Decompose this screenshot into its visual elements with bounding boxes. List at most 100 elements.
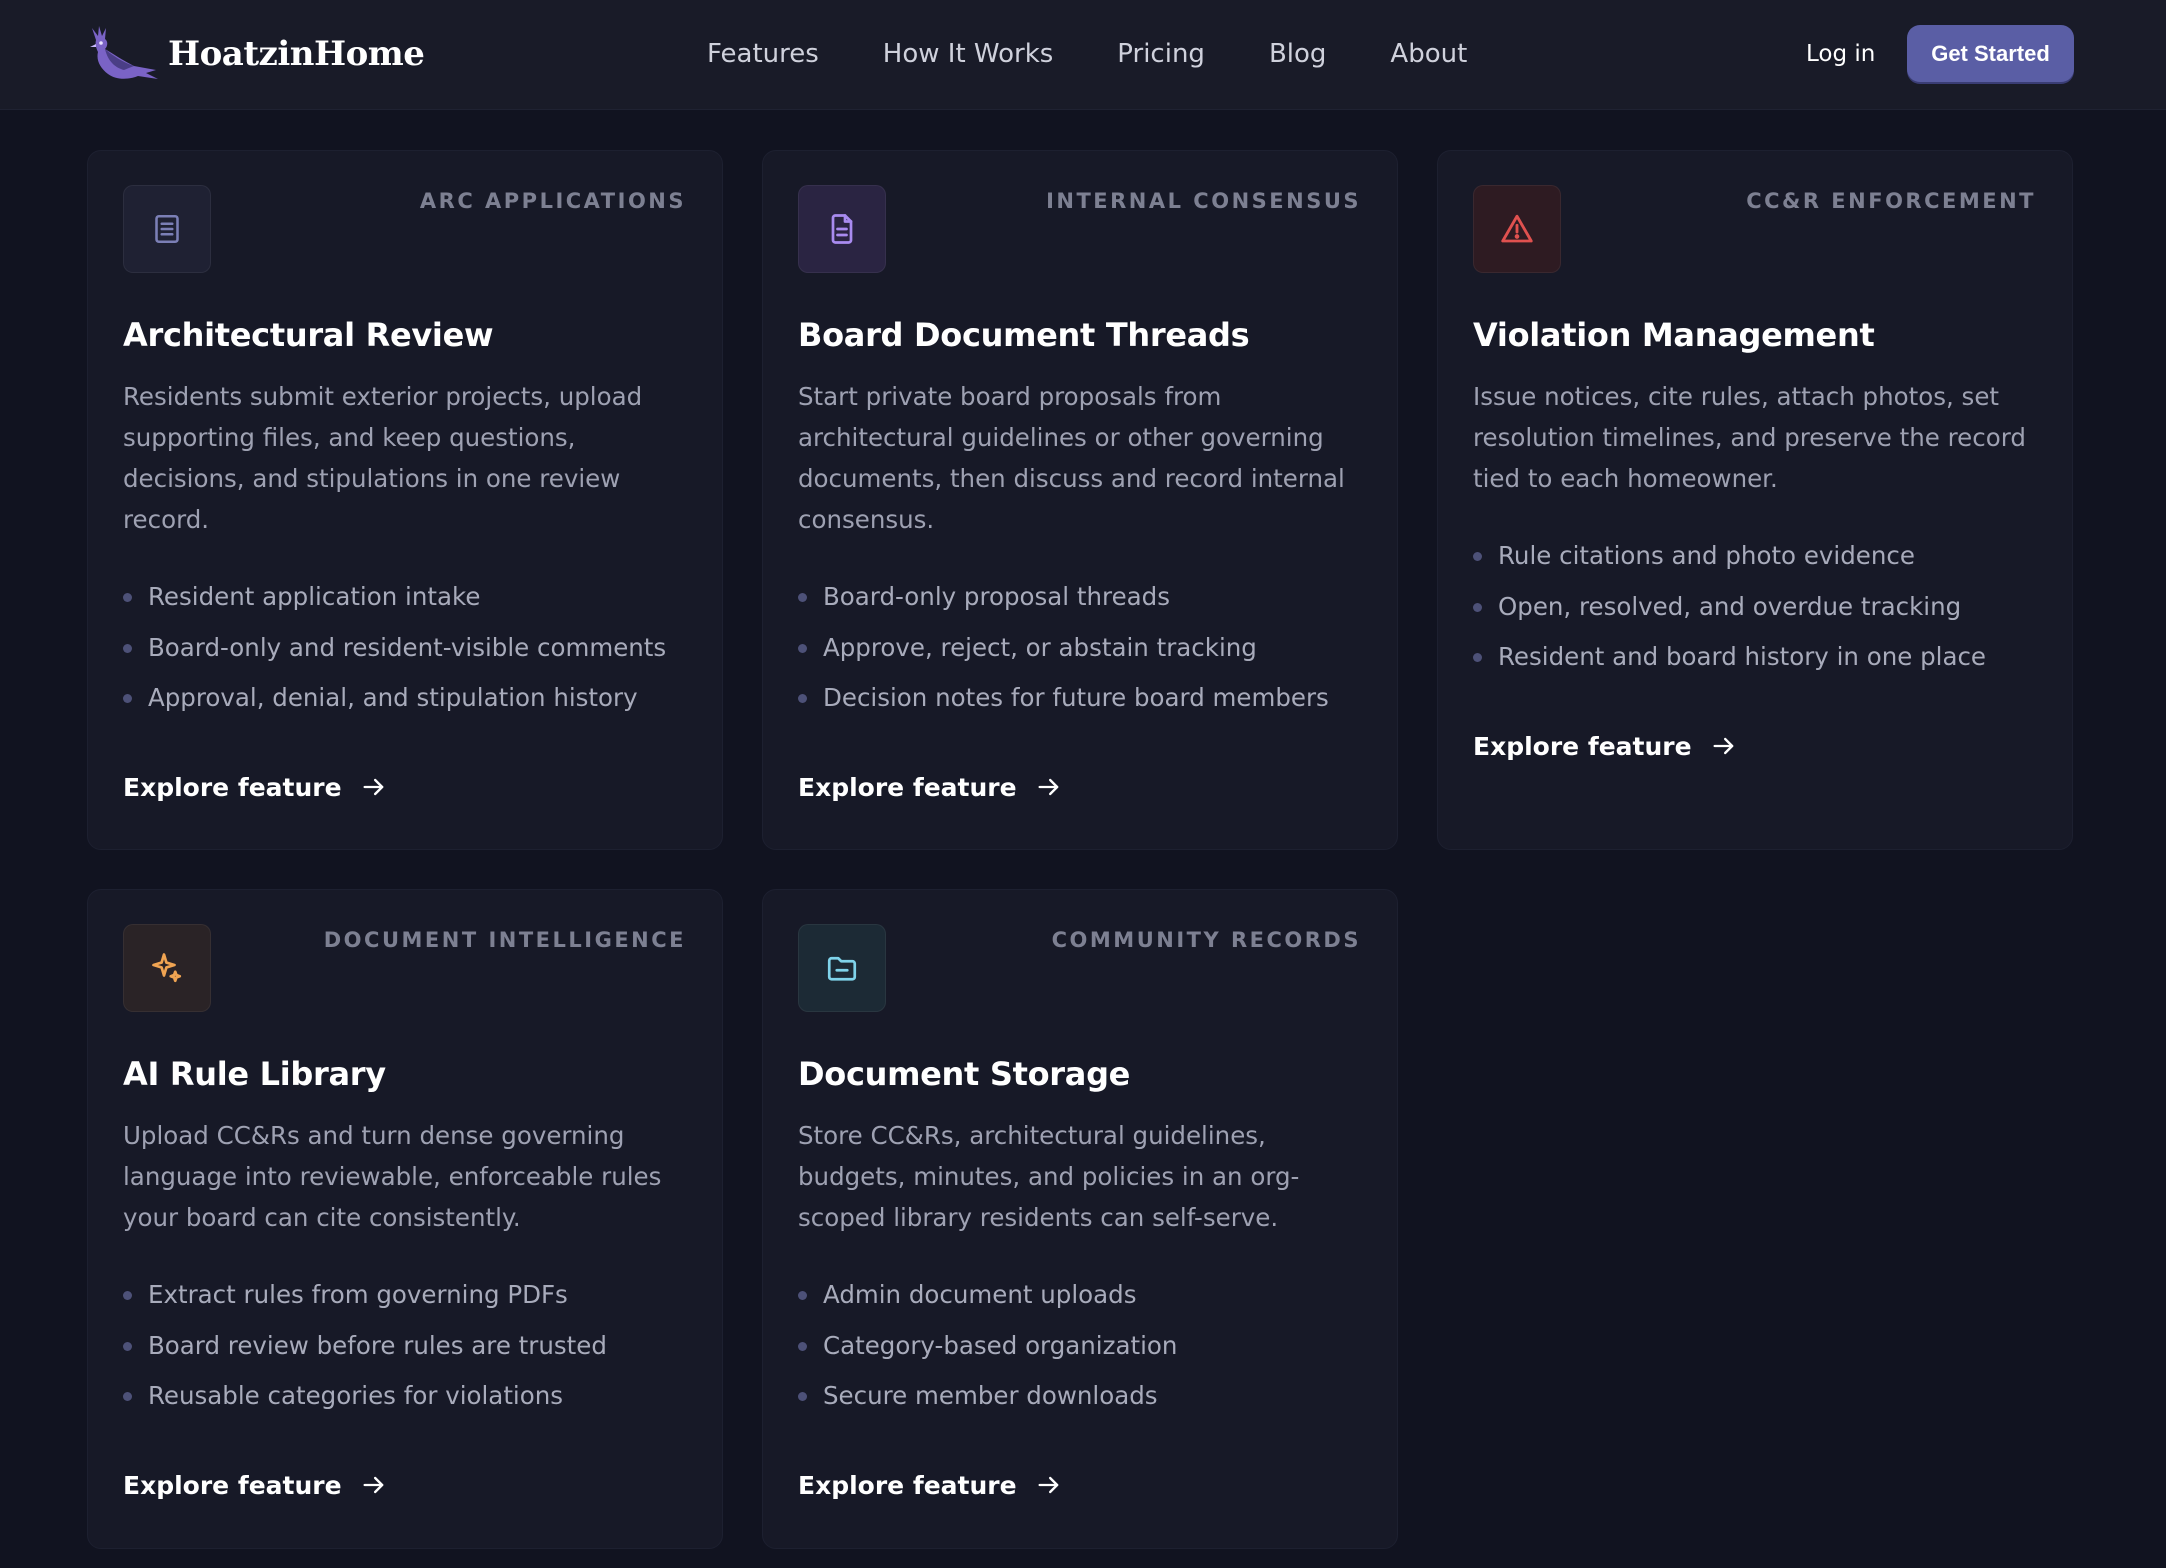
card-tag: ARC APPLICATIONS	[419, 189, 686, 213]
list-item-text: Board review before rules are trusted	[148, 1330, 607, 1360]
main-nav: Features How It Works Pricing Blog About	[707, 32, 1467, 76]
card-title: Architectural Review	[123, 316, 494, 354]
bullet-dot	[123, 643, 132, 653]
list-item-text: Board-only and resident-visible comments	[148, 632, 667, 662]
bullet-dot	[1473, 602, 1482, 612]
explore-feature-link[interactable]: Explore feature	[1473, 726, 1738, 766]
card-tag: COMMUNITY RECORDS	[1051, 928, 1361, 952]
bullet-dot	[798, 1291, 807, 1300]
card-feature-list: Rule citations and photo evidence Open, …	[1473, 531, 2063, 683]
card-title: AI Rule Library	[123, 1055, 386, 1093]
list-item: Secure member downloads	[798, 1371, 1388, 1422]
card-tag: DOCUMENT INTELLIGENCE	[323, 928, 686, 952]
explore-feature-label: Explore feature	[1473, 731, 1692, 761]
list-item: Reusable categories for violations	[123, 1371, 713, 1422]
arrow-right-icon	[1038, 1476, 1058, 1494]
card-icon-box	[123, 924, 211, 1012]
nav-link-about[interactable]: About	[1390, 39, 1467, 69]
get-started-button[interactable]: Get Started	[1907, 25, 2074, 82]
list-item: Extract rules from governing PDFs	[123, 1270, 713, 1321]
explore-feature-label: Explore feature	[798, 1470, 1017, 1500]
explore-feature-label: Explore feature	[123, 1470, 342, 1500]
file-text-icon	[831, 214, 853, 244]
list-item-text: Reusable categories for violations	[148, 1381, 564, 1410]
explore-feature-label: Explore feature	[123, 772, 342, 802]
list-item-text: Board-only proposal threads	[823, 582, 1170, 611]
card-description: Store CC&Rs, architectural guidelines, b…	[798, 1121, 1300, 1232]
arrow-right-icon	[1713, 737, 1733, 755]
card-description: Start private board proposals from archi…	[798, 382, 1345, 534]
list-item: Board-only and resident-visible comments	[123, 623, 713, 674]
list-item-text: Secure member downloads	[823, 1381, 1158, 1410]
arrow-right-icon	[1038, 778, 1058, 796]
nav-link-pricing[interactable]: Pricing	[1117, 39, 1205, 69]
card-icon-box	[123, 185, 211, 273]
bullet-dot	[1473, 552, 1482, 561]
feature-card-document-storage: COMMUNITY RECORDS Document Storage Store…	[762, 889, 1398, 1549]
feature-card-board-document-threads: INTERNAL CONSENSUS Board Document Thread…	[762, 150, 1398, 850]
bullet-dot	[798, 593, 807, 602]
explore-feature-link[interactable]: Explore feature	[123, 1465, 388, 1505]
card-title: Board Document Threads	[798, 316, 1250, 354]
card-title: Violation Management	[1473, 316, 1875, 354]
list-item: Approval, denial, and stipulation histor…	[123, 673, 713, 724]
list-item: Category-based organization	[798, 1321, 1388, 1372]
list-item-text: Rule citations and photo evidence	[1498, 541, 1915, 570]
list-item-text: Extract rules from governing PDFs	[148, 1280, 568, 1309]
arrow-right-icon	[363, 1476, 383, 1494]
arrow-right-icon	[363, 778, 383, 796]
card-feature-list: Board-only proposal threads Approve, rej…	[798, 572, 1388, 724]
bullet-dot	[123, 1341, 132, 1351]
list-item: Resident and board history in one place	[1473, 632, 2063, 683]
brand-name: HoatzinHome	[168, 34, 425, 74]
bullet-dot	[798, 1341, 807, 1351]
list-item-text: Resident and board history in one place	[1498, 642, 1987, 671]
list-item: Open, resolved, and overdue tracking	[1473, 582, 2063, 633]
nav-link-how-it-works[interactable]: How It Works	[883, 39, 1054, 69]
feature-card-architectural-review: ARC APPLICATIONS Architectural Review Re…	[87, 150, 723, 850]
list-item-text: Category-based organization	[823, 1330, 1178, 1360]
list-item: Decision notes for future board members	[798, 673, 1388, 724]
bullet-dot	[123, 1291, 132, 1300]
bullet-dot	[798, 694, 807, 703]
document-lines-icon	[155, 214, 179, 244]
list-item: Board review before rules are trusted	[123, 1321, 713, 1372]
list-item-text: Resident application intake	[148, 582, 481, 611]
list-item-text: Decision notes for future board members	[823, 683, 1329, 712]
card-description: Residents submit exterior projects, uplo…	[123, 382, 643, 534]
feature-card-ai-rule-library: DOCUMENT INTELLIGENCE AI Rule Library Up…	[87, 889, 723, 1549]
list-item: Board-only proposal threads	[798, 572, 1388, 623]
bullet-dot	[123, 694, 132, 703]
nav-link-blog[interactable]: Blog	[1269, 39, 1326, 69]
card-feature-list: Extract rules from governing PDFs Board …	[123, 1270, 713, 1422]
card-icon-box	[798, 924, 886, 1012]
hoatzin-bird-icon	[90, 26, 158, 79]
bullet-dot	[123, 593, 132, 602]
explore-feature-link[interactable]: Explore feature	[123, 767, 388, 807]
card-tag: INTERNAL CONSENSUS	[1046, 189, 1361, 213]
list-item: Rule citations and photo evidence	[1473, 531, 2063, 582]
card-feature-list: Admin document uploads Category-based or…	[798, 1270, 1388, 1422]
list-item: Resident application intake	[123, 572, 713, 623]
bullet-dot	[1473, 653, 1482, 662]
card-tag: CC&R ENFORCEMENT	[1746, 189, 2036, 213]
card-icon-box	[798, 185, 886, 273]
list-item-text: Approve, reject, or abstain tracking	[823, 632, 1257, 662]
bullet-dot	[798, 643, 807, 653]
card-description: Issue notices, cite rules, attach photos…	[1473, 382, 2026, 493]
bullet-dot	[798, 1392, 807, 1401]
explore-feature-link[interactable]: Explore feature	[798, 1465, 1063, 1505]
explore-feature-link[interactable]: Explore feature	[798, 767, 1063, 807]
card-icon-box	[1473, 185, 1561, 273]
brand-logo-link[interactable]: HoatzinHome	[86, 24, 425, 84]
warning-triangle-icon	[1501, 214, 1533, 243]
list-item-text: Admin document uploads	[823, 1280, 1137, 1309]
list-item-text: Open, resolved, and overdue tracking	[1498, 591, 1962, 621]
list-item: Approve, reject, or abstain tracking	[798, 623, 1388, 674]
nav-link-features[interactable]: Features	[707, 39, 819, 69]
list-item-text: Approval, denial, and stipulation histor…	[148, 683, 638, 712]
folder-icon	[827, 956, 857, 981]
explore-feature-label: Explore feature	[798, 772, 1017, 802]
bullet-dot	[123, 1392, 132, 1401]
login-link[interactable]: Log in	[1806, 34, 1875, 74]
